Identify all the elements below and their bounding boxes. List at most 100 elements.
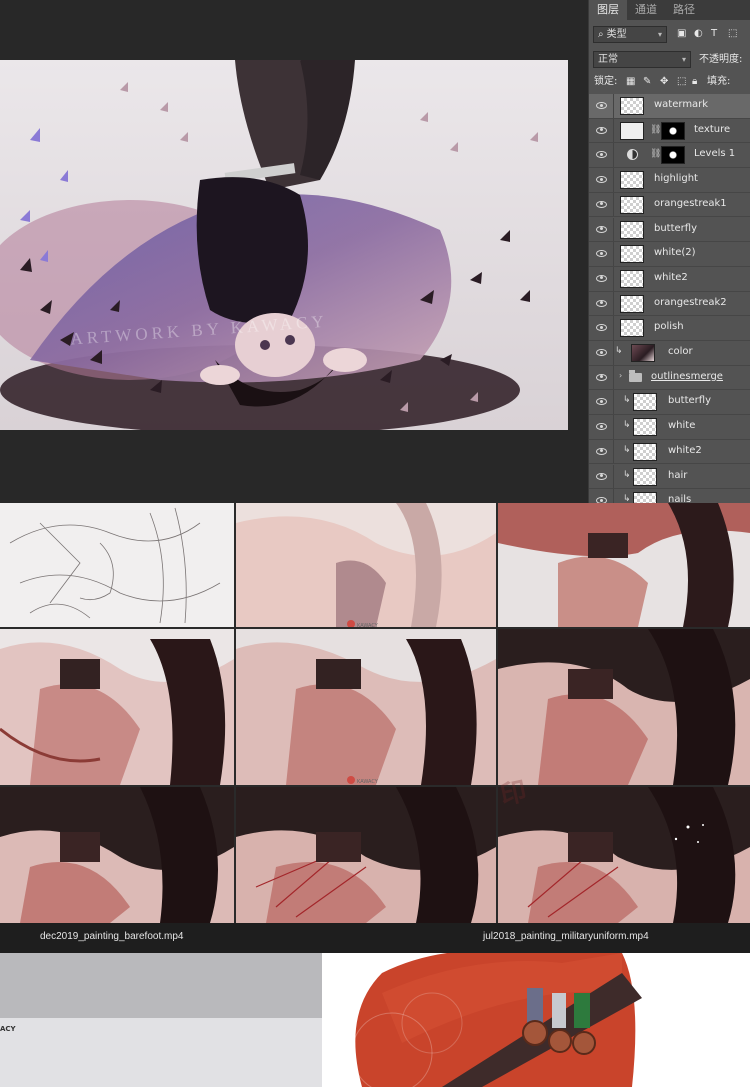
lock-position-icon[interactable]: ✥ [660,75,668,89]
layer-thumbnail [631,344,655,362]
right-video-preview[interactable] [322,953,750,1087]
layer-row[interactable]: ↳ white2 [589,439,750,465]
layer-name: nails [668,494,692,503]
small-watermark: KAWACY [357,779,379,785]
tab-paths[interactable]: 路径 [665,0,703,20]
left-video-preview[interactable]: ACY [0,953,322,1087]
painting-process-grid: KAWACY KAWACY 印 [0,503,750,923]
chevron-down-icon: ▾ [681,55,686,64]
process-frame-render-1 [0,629,234,785]
layer-name: orangestreak1 [654,197,727,209]
clipping-mask-icon: ↳ [615,346,623,356]
eye-icon[interactable] [596,250,607,258]
levels-adjustment-icon [627,149,638,161]
layer-thumbnail [633,492,657,503]
eye-icon[interactable] [596,200,607,208]
chevron-right-icon[interactable]: › [619,371,622,380]
process-frame-render-2: KAWACY [236,629,496,785]
eye-icon[interactable] [596,423,607,431]
layer-thumbnail [620,97,644,115]
layer-row[interactable]: ↳ butterfly [589,390,750,416]
layer-row[interactable]: white(2) [589,242,750,267]
fill-label: 填充: [707,76,731,87]
layer-row[interactable]: orangestreak1 [589,192,750,218]
layer-thumbnail [633,467,657,486]
eye-icon[interactable] [596,102,607,109]
small-watermark: KAWACY [357,623,379,627]
eye-icon[interactable] [596,299,607,307]
layer-row[interactable]: white2 [589,266,750,292]
layer-mask-thumbnail[interactable] [661,121,685,140]
clipping-mask-icon: ↳ [623,469,631,480]
layer-name: white [668,420,696,432]
layer-row[interactable]: ↳ white [589,415,750,440]
layer-name: Levels 1 [694,148,736,160]
caption-right-video[interactable]: jul2018_painting_militaryuniform.mp4 [483,931,649,942]
opacity-label: 不透明度: [699,54,743,65]
lock-transparent-icon[interactable]: ▦ [626,75,635,89]
layer-name: butterfly [668,395,712,407]
panel-tab-bar: 图层 通道 路径 [589,0,750,20]
layer-name: butterfly [654,222,698,234]
layer-row[interactable]: highlight [589,168,750,193]
eye-icon[interactable] [596,225,607,233]
layer-thumbnail [620,220,644,239]
process-frame-sketch [0,503,234,627]
tab-channels[interactable]: 通道 [627,0,665,20]
lock-image-icon[interactable]: ✎ [643,75,651,89]
layer-name: white(2) [654,247,696,259]
layer-row[interactable]: polish [589,316,750,341]
layer-row[interactable]: ⛓ Levels 1 [589,143,750,169]
eye-icon[interactable] [596,447,607,455]
eye-icon[interactable] [596,126,607,134]
layer-thumbnail [620,171,644,190]
eye-icon[interactable] [596,398,607,406]
lock-all-icon[interactable]: 🔒︎ [692,75,697,89]
layer-name: orangestreak2 [654,296,727,308]
layer-row[interactable]: ⛓ texture [589,118,750,144]
tab-layers[interactable]: 图层 [589,0,627,20]
layer-group-row[interactable]: › outlinesmerge [589,365,750,391]
shape-filter-icon[interactable]: ⬚ [728,27,737,41]
eye-icon[interactable] [596,176,607,184]
layer-thumbnail [620,121,644,140]
layer-row[interactable]: orangestreak2 [589,291,750,317]
caption-left-video[interactable]: dec2019_painting_barefoot.mp4 [40,931,183,942]
folder-icon [629,369,642,382]
layer-row[interactable]: butterfly [589,217,750,243]
eye-icon[interactable] [596,274,607,282]
pixel-filter-icon[interactable]: ▣ [677,27,686,41]
layer-name: color [668,346,693,357]
blend-mode-select[interactable]: 正常 ▾ [593,51,691,68]
eye-icon[interactable] [596,472,607,480]
layer-thumbnail [620,195,644,214]
layer-thumbnail [633,442,657,461]
process-frame-render-5 [236,787,496,923]
adjustment-filter-icon[interactable]: ◐ [694,27,703,41]
layer-name: hair [668,469,688,481]
process-frame-final [498,787,750,923]
eye-icon[interactable] [596,324,607,332]
layer-mask-thumbnail[interactable] [661,146,685,165]
layer-thumbnail [633,393,657,412]
type-filter-icon[interactable]: T [711,27,717,41]
layer-row[interactable]: ↳ hair [589,464,750,490]
lock-label: 锁定: [594,76,618,87]
eye-icon[interactable] [596,151,607,159]
layer-row[interactable]: ↳ color [589,341,750,366]
filter-kind-select[interactable]: ⌕ 类型 ▾ [593,26,667,43]
preview-header-band [0,953,322,1018]
layer-row[interactable]: watermark [589,94,750,119]
layer-list: watermark ⛓ texture ⛓ Levels 1 highlight [589,94,750,503]
layer-name: watermark [654,99,709,110]
layer-thumbnail [620,269,644,288]
eye-icon[interactable] [596,349,607,356]
search-icon: ⌕ [598,29,604,40]
layer-thumbnail [633,418,657,437]
eye-icon[interactable] [596,373,607,381]
artwork-canvas[interactable]: ARTWORK BY KAWACY [0,60,568,430]
layers-panel: 图层 通道 路径 ⌕ 类型 ▾ ▣ ◐ T ⬚ 正常 ▾ 不透明度: 锁定: ▦… [588,0,750,503]
photoshop-workspace: ARTWORK BY KAWACY 图层 通道 路径 ⌕ 类型 ▾ ▣ ◐ T ⬚… [0,0,750,503]
layer-row[interactable]: ↳ nails [589,489,750,503]
lock-artboard-icon[interactable]: ⬚ [677,75,686,89]
